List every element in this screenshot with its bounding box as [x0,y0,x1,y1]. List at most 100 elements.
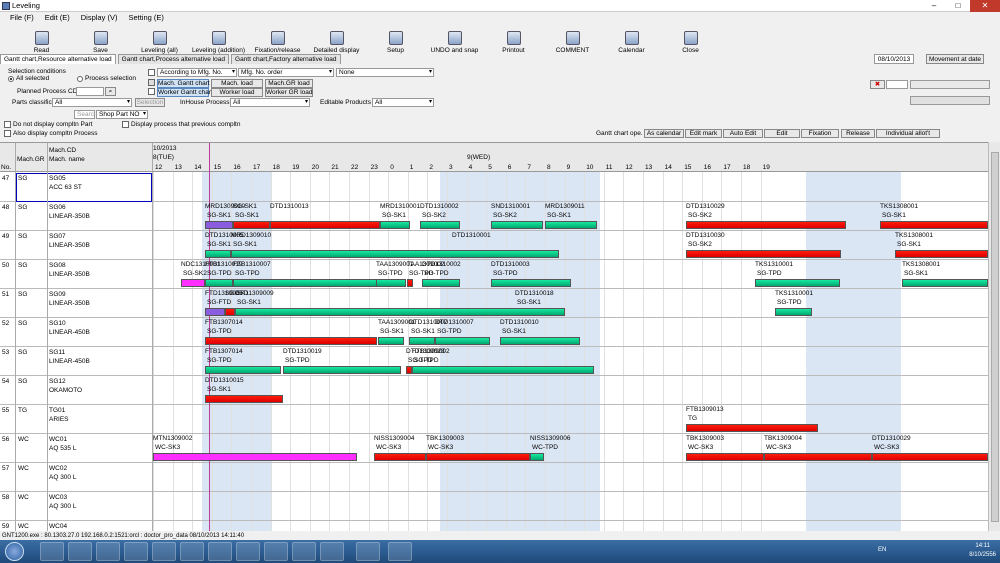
task-bar[interactable] [500,337,580,345]
task-bar[interactable] [686,250,841,258]
menu-display[interactable]: Display (V) [81,12,118,24]
worker-gantt-checkbox[interactable] [148,88,155,95]
machine-row[interactable]: 59WCWC04AQ 300 L [0,521,988,531]
selection-button[interactable]: Selection [135,98,165,107]
menu-edit[interactable]: Edit (E) [45,12,70,24]
machine-row[interactable]: 47 SG SG05 ACC 63 ST [0,173,988,202]
toolbar-btn-4[interactable]: Fixation/release [250,24,305,54]
taskbar-folder-icon[interactable] [388,542,412,561]
process-selection-radio[interactable] [77,76,83,82]
according-checkbox[interactable] [148,69,155,76]
toolbar-btn-9[interactable]: COMMENT [545,24,600,54]
search-input[interactable]: Search [74,110,95,119]
planned-process-input[interactable] [76,87,104,96]
task-bar[interactable] [205,221,233,229]
taskbar-excel-icon[interactable] [180,542,204,561]
task-bar[interactable] [270,221,380,229]
prev-compltn-checkbox[interactable] [122,121,129,128]
mach-load-button[interactable]: Mach. load [211,79,263,88]
task-bar[interactable] [205,250,231,258]
gantt-op-button[interactable]: Fixation [801,129,839,138]
taskbar-tool-icon[interactable] [264,542,288,561]
task-bar[interactable] [686,453,764,461]
editable-select[interactable]: All [372,98,434,107]
task-bar[interactable] [491,279,571,287]
tab-factory-alternative[interactable]: Gantt chart,Factory alternative load [231,54,341,64]
task-bar[interactable] [205,279,233,287]
machine-row[interactable]: 54 SG SG12 OKAMOTO [0,376,988,405]
toolbar-btn-7[interactable]: UNDO and snap [427,24,482,54]
zoom-bar[interactable] [910,80,990,89]
task-bar[interactable] [872,453,988,461]
task-bar[interactable] [181,279,205,287]
worker-load-button[interactable]: Worker load [211,88,263,97]
mach-gantt-button[interactable]: Mach. Gantt chart [157,79,210,88]
toolbar-btn-11[interactable]: Close [663,24,718,54]
task-bar[interactable] [235,308,565,316]
toolbar-btn-3[interactable]: Leveling (addition) [191,24,246,54]
gantt-op-button[interactable]: Edit [764,129,800,138]
according-select[interactable]: According to Mfg. No. [157,68,237,77]
task-bar[interactable] [376,279,406,287]
task-bar[interactable] [880,221,988,229]
maximize-button[interactable]: □ [946,0,970,12]
parts-classific-select[interactable]: All [52,98,132,107]
task-bar[interactable] [902,279,988,287]
task-bar[interactable] [545,221,597,229]
task-bar[interactable] [205,366,281,374]
toolbar-btn-1[interactable]: Save [73,24,128,54]
gantt-op-button[interactable]: As calendar [644,129,684,138]
task-bar[interactable] [412,366,594,374]
machine-row[interactable]: 57 WC WC02 AQ 300 L [0,463,988,492]
close-window-button[interactable]: ✕ [970,0,1000,12]
task-bar[interactable] [374,453,426,461]
menu-setting[interactable]: Setting (E) [128,12,163,24]
taskbar-leveling-icon[interactable] [356,542,380,561]
clock[interactable]: 14:11 8/10/2556 [969,542,996,560]
task-bar[interactable] [775,308,812,316]
machine-row[interactable]: 58 WC WC03 AQ 300 L [0,492,988,521]
minimize-button[interactable]: – [922,0,946,12]
stop-icon[interactable]: ✖ [870,80,885,89]
taskbar-calc-icon[interactable] [236,542,260,561]
no-compltn-checkbox[interactable] [4,121,11,128]
taskbar-app-icon[interactable] [208,542,232,561]
toolbar-btn-0[interactable]: Read [14,24,69,54]
toolbar-btn-5[interactable]: Detailed display [309,24,364,54]
task-bar[interactable] [686,221,846,229]
task-bar[interactable] [205,308,225,316]
tab-resource-alternative[interactable]: Gantt chart,Resource alternative load [0,54,116,64]
task-bar[interactable] [409,337,435,345]
toolbar-btn-6[interactable]: Setup [368,24,423,54]
task-bar[interactable] [233,221,270,229]
task-bar[interactable] [420,221,460,229]
vertical-scrollbar[interactable] [988,142,1000,531]
task-bar[interactable] [380,221,410,229]
task-bar[interactable] [407,279,413,287]
gantt-op-button[interactable]: Individual allot't [876,129,940,138]
taskbar-explorer-icon[interactable] [40,542,64,561]
task-bar[interactable] [895,250,988,258]
task-bar[interactable] [686,424,818,432]
toolbar-btn-2[interactable]: Leveling (all) [132,24,187,54]
taskbar-remote-icon[interactable] [320,542,344,561]
task-bar[interactable] [225,308,235,316]
task-bar[interactable] [378,337,404,345]
shop-part-select[interactable]: Shop Part NO [96,110,148,119]
task-bar[interactable] [231,250,559,258]
also-compltn-checkbox[interactable] [4,130,11,137]
taskbar-dr-icon[interactable] [292,542,316,561]
task-bar[interactable] [283,366,401,374]
task-bar[interactable] [530,453,544,461]
task-bar[interactable] [205,337,377,345]
machine-row[interactable]: 52 SG SG10 LINEAR-450B [0,318,988,347]
task-bar[interactable] [435,337,490,345]
taskbar-media-icon[interactable] [68,542,92,561]
gantt-op-button[interactable]: Edit mark [685,129,722,138]
toolbar-btn-10[interactable]: Calendar [604,24,659,54]
gantt-op-button[interactable]: Release [841,129,875,138]
task-bar[interactable] [205,395,283,403]
zoom-slider[interactable] [910,96,990,105]
worker-gr-load-button[interactable]: Worker GR load [265,88,313,97]
start-button[interactable] [5,542,24,561]
